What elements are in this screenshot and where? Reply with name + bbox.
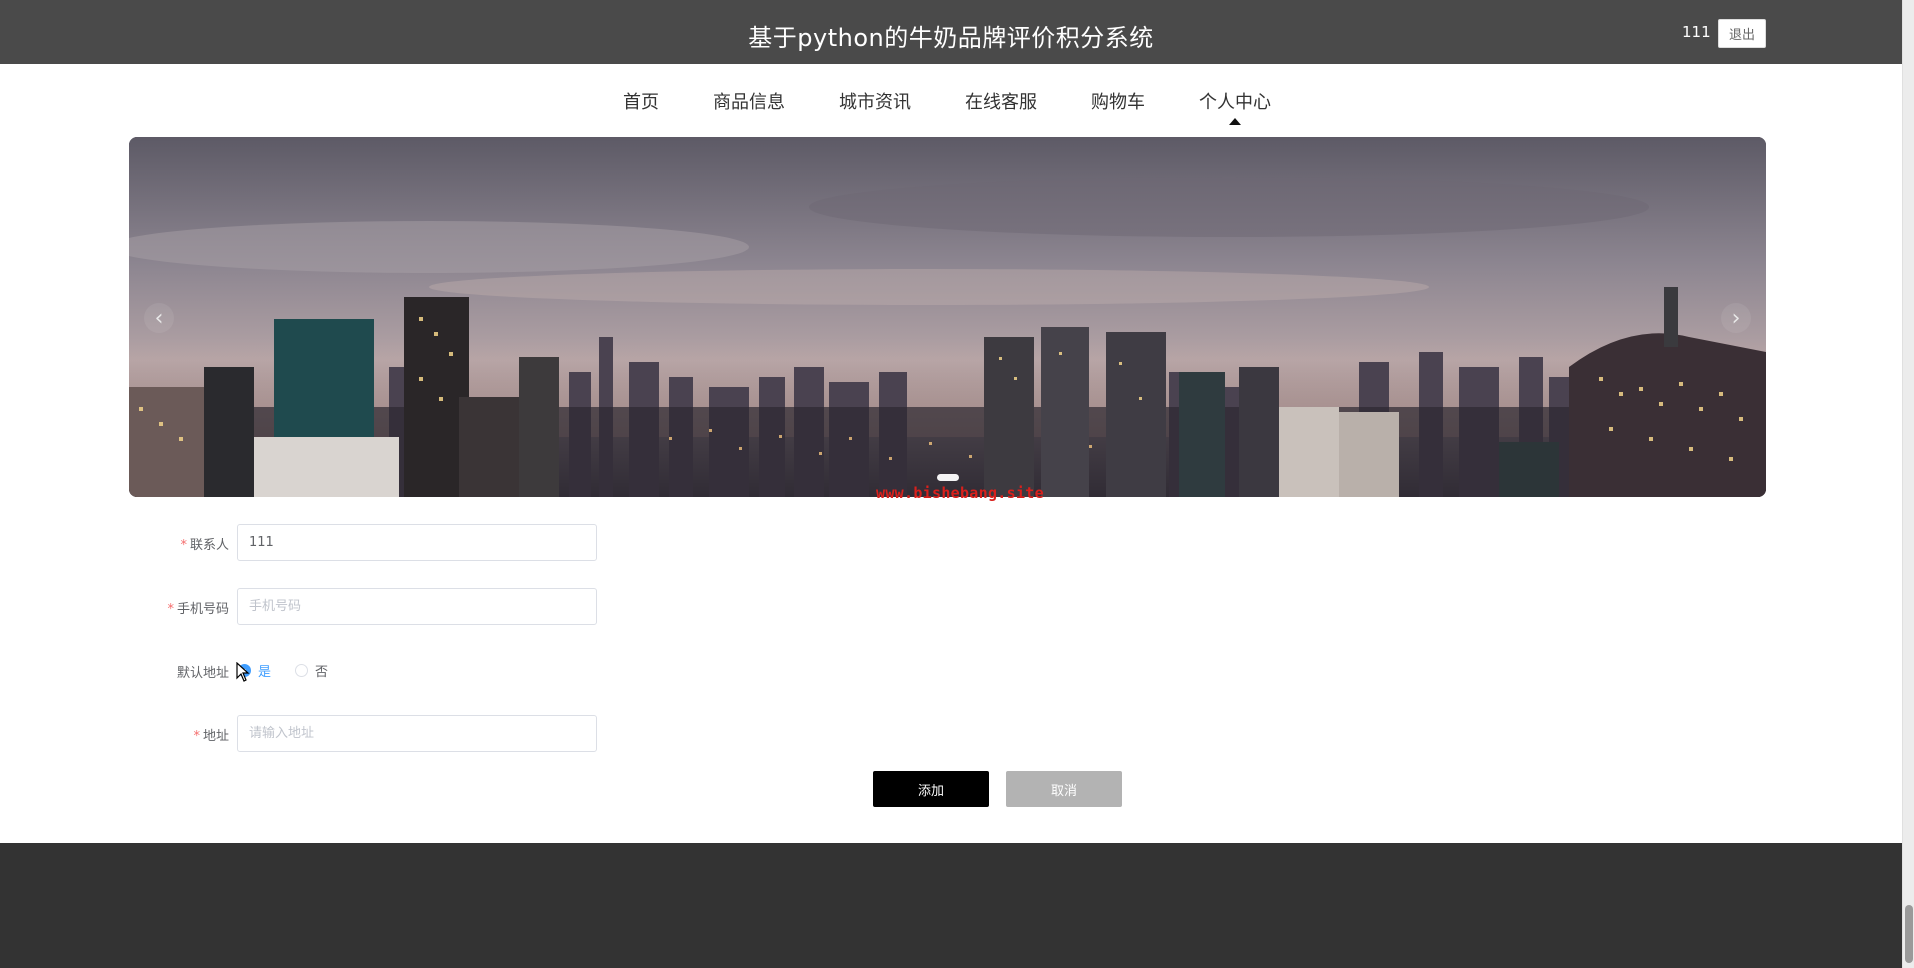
nav-item-products[interactable]: 商品信息 — [713, 88, 785, 114]
carousel-indicators — [129, 466, 1766, 485]
default-address-radio-group: 是 否 — [238, 661, 352, 680]
username-label: 111 — [1682, 23, 1711, 41]
cancel-button[interactable]: 取消 — [1006, 771, 1122, 807]
required-mark: * — [193, 729, 200, 744]
site-title: 基于python的牛奶品牌评价积分系统 — [748, 24, 1154, 52]
required-mark: * — [167, 602, 174, 617]
city-skyline-image — [129, 137, 1766, 497]
nav-item-online-service[interactable]: 在线客服 — [965, 88, 1037, 114]
page: 基于python的牛奶品牌评价积分系统 111 退出 首页 商品信息 城市资讯 … — [0, 0, 1914, 968]
nav-item-cart[interactable]: 购物车 — [1091, 88, 1145, 114]
address-label: * 地址 — [193, 729, 229, 744]
active-caret-icon — [1229, 118, 1241, 125]
phone-input[interactable] — [237, 588, 597, 625]
vertical-scrollbar[interactable] — [1902, 0, 1914, 968]
default-address-label: 默认地址 — [176, 666, 229, 681]
carousel-prev-icon[interactable]: ‹ — [144, 303, 174, 333]
phone-label: * 手机号码 — [167, 602, 229, 617]
scrollbar-thumb[interactable] — [1905, 905, 1913, 963]
nav-item-personal-center[interactable]: 个人中心 — [1199, 88, 1271, 125]
required-mark: * — [180, 538, 187, 553]
main-nav: 首页 商品信息 城市资讯 在线客服 购物车 个人中心 — [0, 88, 1902, 125]
add-button[interactable]: 添加 — [873, 771, 989, 807]
top-header: 基于python的牛奶品牌评价积分系统 111 退出 — [0, 0, 1902, 64]
page-footer — [0, 843, 1902, 968]
address-input[interactable] — [237, 715, 597, 752]
contact-input[interactable] — [237, 524, 597, 561]
nav-item-city-news[interactable]: 城市资讯 — [839, 88, 911, 114]
watermark-text: www.bishebang.site — [876, 484, 1044, 502]
nav-item-home[interactable]: 首页 — [623, 88, 659, 114]
carousel-next-icon[interactable]: › — [1721, 303, 1751, 333]
banner-carousel[interactable]: ‹ › — [129, 137, 1766, 497]
radio-unchecked-icon — [295, 664, 309, 677]
contact-label: * 联系人 — [180, 538, 229, 553]
radio-no[interactable]: 否 — [295, 661, 328, 680]
nav-item-personal-center-label: 个人中心 — [1199, 92, 1271, 113]
logout-button[interactable]: 退出 — [1718, 19, 1766, 48]
mouse-pointer-icon — [236, 662, 250, 682]
carousel-dot[interactable] — [936, 474, 959, 481]
